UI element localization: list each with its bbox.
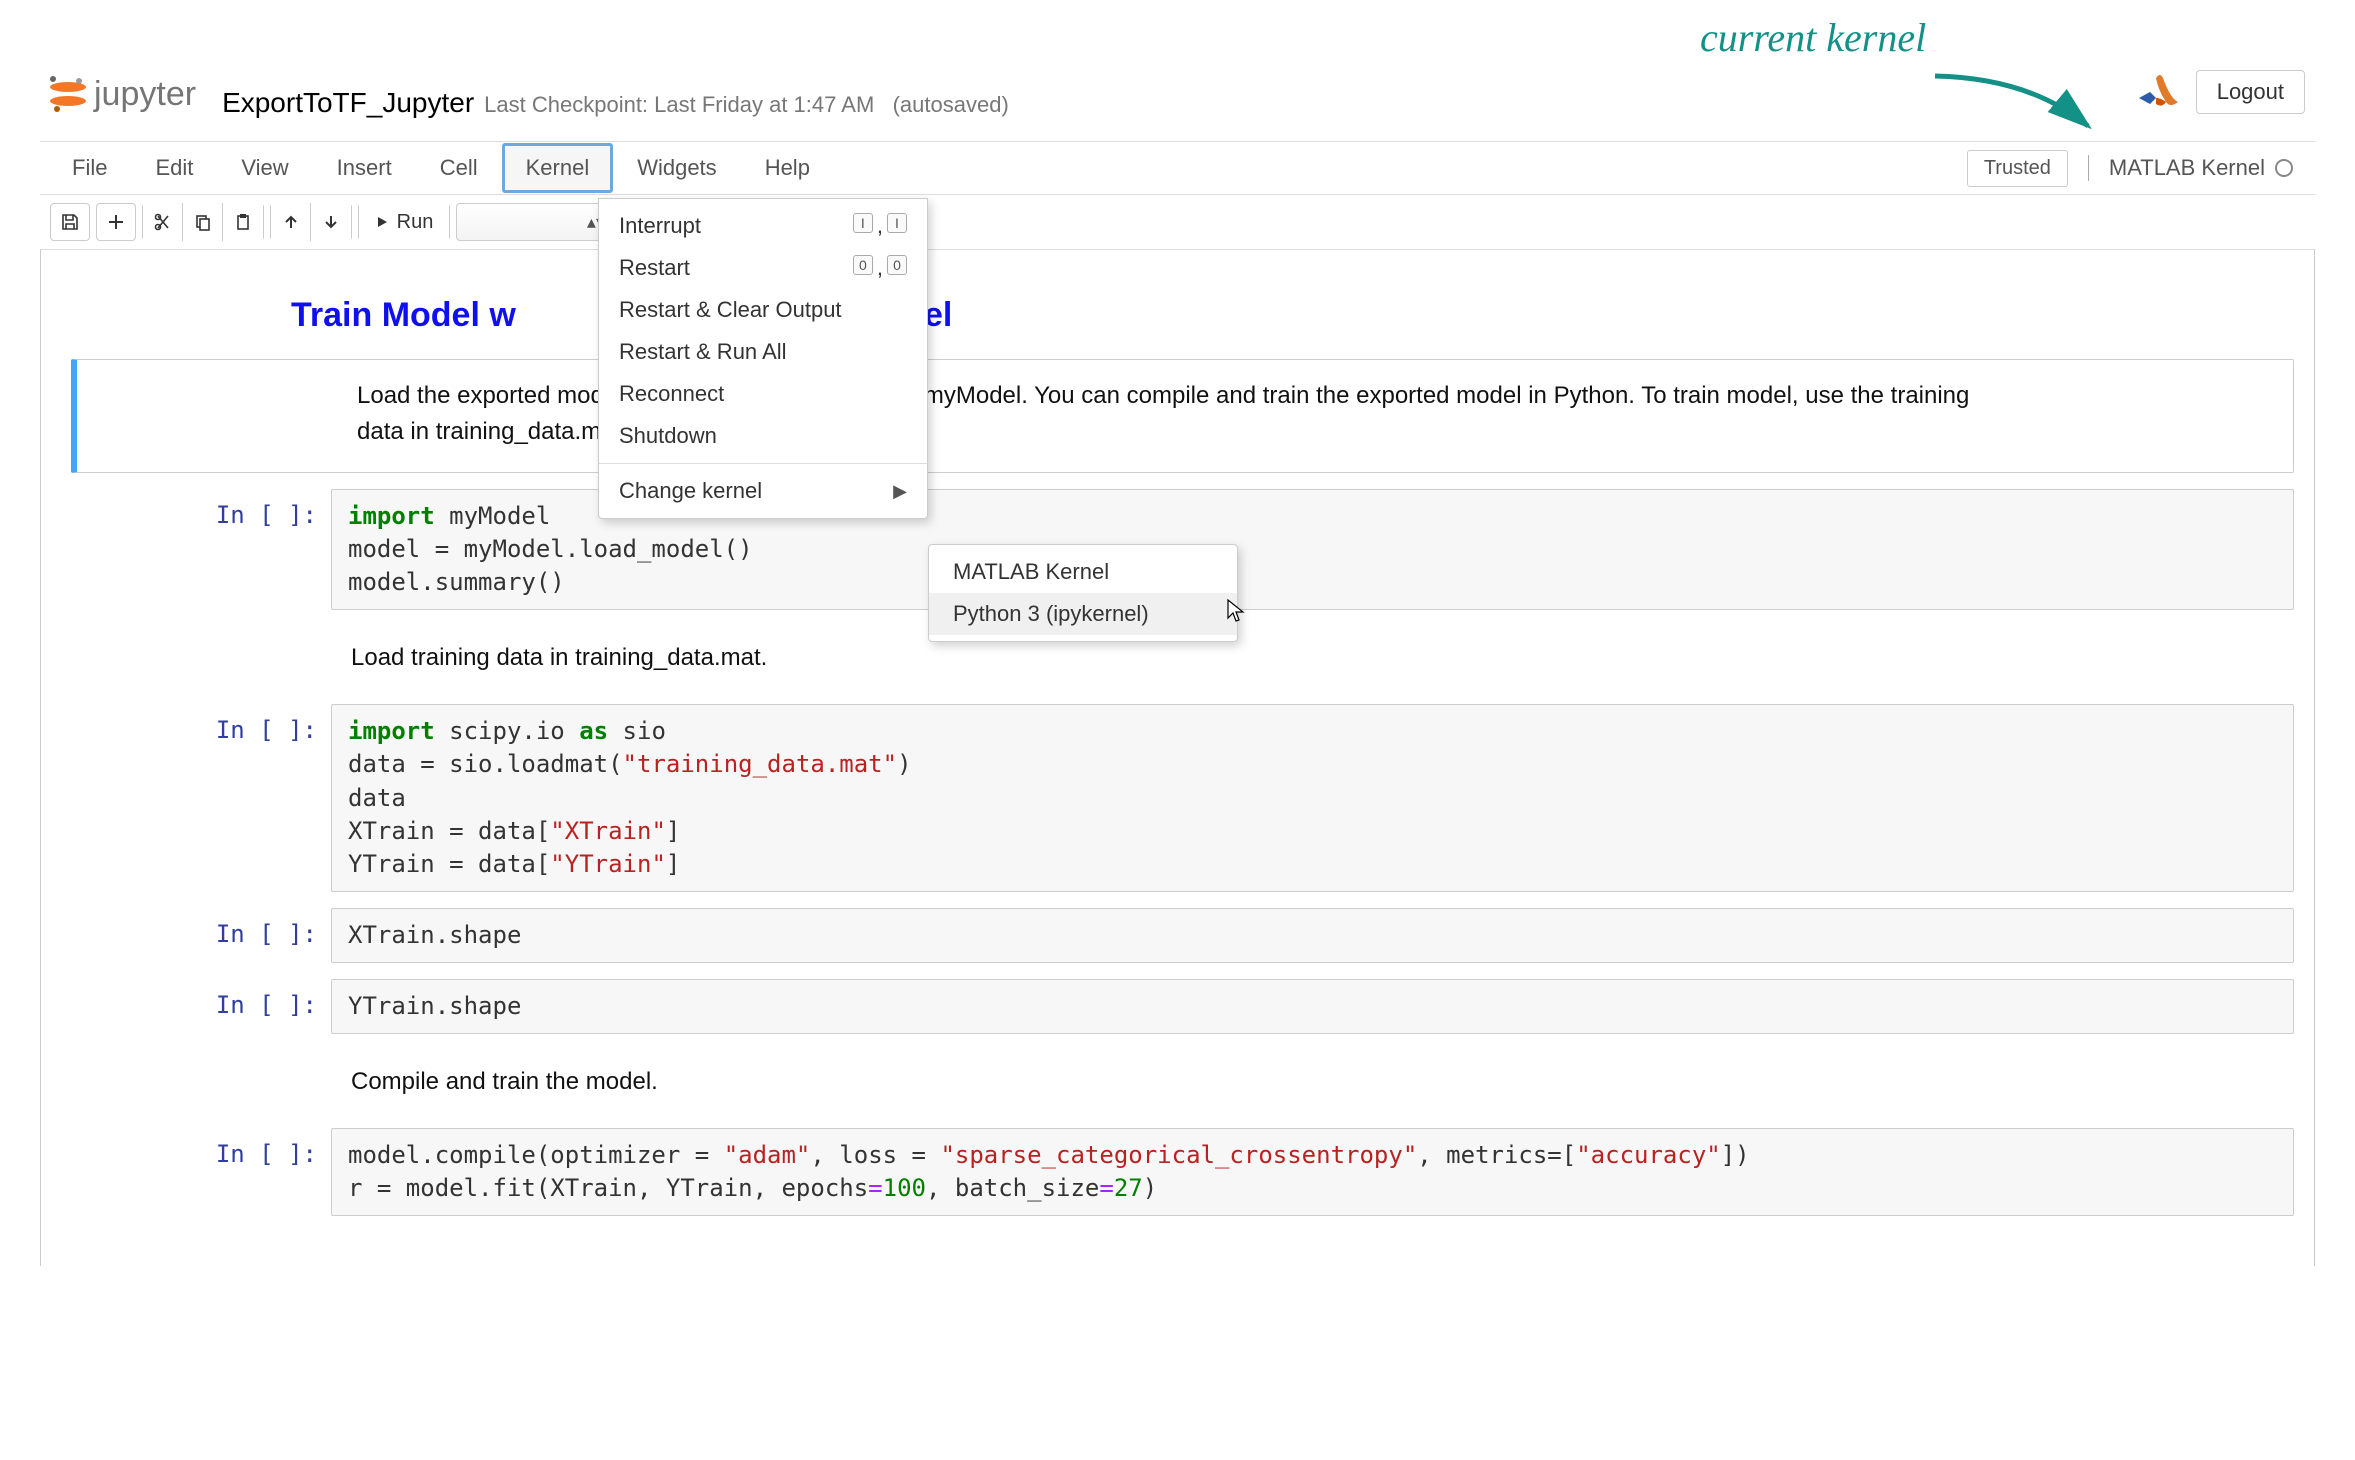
add-cell-button[interactable]	[96, 203, 136, 241]
checkpoint-label: Last Checkpoint: Last Friday at 1:47 AM …	[484, 92, 1009, 118]
markdown-cell-1[interactable]: Load the exported modxxxxxxxxxxxxxxxxxxx…	[71, 359, 2294, 473]
kernel-menu-restart-run-all[interactable]: Restart & Run All	[599, 331, 927, 373]
change-kernel-submenu: MATLAB Kernel Python 3 (ipykernel)	[928, 544, 1238, 642]
code-input-4[interactable]: YTrain.shape	[331, 979, 2294, 1034]
menu-help[interactable]: Help	[741, 143, 834, 193]
markdown-heading: Train Model wXXXXXXXXXXXXXXXXXXel	[291, 296, 2294, 335]
cell-prompt: In [ ]:	[61, 704, 331, 892]
code-cell-3[interactable]: In [ ]: XTrain.shape	[61, 908, 2294, 963]
kernel-option-python3[interactable]: Python 3 (ipykernel)	[929, 593, 1237, 635]
kernel-status-icon	[2275, 159, 2293, 177]
shortcut-interrupt: I,I	[853, 213, 907, 239]
cell-type-select[interactable]: ▴▾	[456, 203, 616, 241]
code-input-3[interactable]: XTrain.shape	[331, 908, 2294, 963]
arrow-down-icon	[323, 214, 339, 230]
markdown-cell-3[interactable]: Compile and train the model.	[351, 1044, 2294, 1112]
code-input-5[interactable]: model.compile(optimizer = "adam", loss =…	[331, 1128, 2294, 1216]
paste-button[interactable]	[223, 203, 263, 241]
kernel-indicator-label: MATLAB Kernel	[2109, 155, 2265, 181]
code-input-2[interactable]: import scipy.io as sio data = sio.loadma…	[331, 704, 2294, 892]
cut-button[interactable]	[143, 203, 183, 241]
menu-kernel[interactable]: Kernel	[502, 143, 614, 193]
kernel-menu-interrupt[interactable]: Interrupt I,I	[599, 205, 927, 247]
menu-file[interactable]: File	[48, 143, 131, 193]
chevron-right-icon: ▶	[893, 481, 907, 502]
jupyter-logo[interactable]: jupyter	[50, 75, 196, 114]
logout-button[interactable]: Logout	[2196, 70, 2305, 114]
code-cell-2[interactable]: In [ ]: import scipy.io as sio data = si…	[61, 704, 2294, 892]
paste-icon	[234, 213, 252, 231]
kernel-menu-restart[interactable]: Restart 0,0	[599, 247, 927, 289]
play-icon	[375, 215, 389, 229]
kernel-indicator[interactable]: MATLAB Kernel	[2088, 155, 2293, 181]
jupyter-wordmark: jupyter	[94, 75, 196, 114]
kernel-menu-change-kernel[interactable]: Change kernel ▶	[599, 470, 927, 512]
kernel-option-matlab[interactable]: MATLAB Kernel	[929, 551, 1237, 593]
markdown-cell-2[interactable]: Load training data in training_data.mat.	[351, 620, 2294, 688]
kernel-menu-reconnect[interactable]: Reconnect	[599, 373, 927, 415]
cell-prompt: In [ ]:	[61, 979, 331, 1034]
arrow-up-icon	[283, 214, 299, 230]
copy-icon	[194, 213, 212, 231]
kernel-menu-shutdown[interactable]: Shutdown	[599, 415, 927, 457]
kernel-menu-restart-clear[interactable]: Restart & Clear Output	[599, 289, 927, 331]
menubar: File Edit View Insert Cell Kernel Widget…	[40, 141, 2315, 195]
code-cell-5[interactable]: In [ ]: model.compile(optimizer = "adam"…	[61, 1128, 2294, 1216]
matlab-kernel-icon	[2136, 72, 2180, 112]
run-button-label: Run	[397, 211, 434, 234]
move-up-button[interactable]	[271, 203, 311, 241]
cell-prompt: In [ ]:	[61, 489, 331, 610]
jupyter-icon	[50, 76, 86, 112]
menu-separator	[599, 463, 927, 464]
scissors-icon	[154, 213, 172, 231]
menu-edit[interactable]: Edit	[131, 143, 217, 193]
cursor-icon	[1224, 598, 1248, 632]
plus-icon	[107, 213, 125, 231]
menu-widgets[interactable]: Widgets	[613, 143, 740, 193]
run-button[interactable]: Run	[359, 203, 449, 241]
menu-view[interactable]: View	[217, 143, 312, 193]
save-icon	[61, 213, 79, 231]
toolbar: Run ▴▾	[40, 195, 2315, 250]
cell-prompt: In [ ]:	[61, 1128, 331, 1216]
copy-button[interactable]	[183, 203, 223, 241]
code-cell-4[interactable]: In [ ]: YTrain.shape	[61, 979, 2294, 1034]
cell-prompt: In [ ]:	[61, 908, 331, 963]
shortcut-restart: 0,0	[853, 255, 907, 281]
move-down-button[interactable]	[311, 203, 351, 241]
save-button[interactable]	[50, 203, 90, 241]
menu-insert[interactable]: Insert	[313, 143, 416, 193]
trusted-badge[interactable]: Trusted	[1967, 150, 2068, 187]
notebook-body: Train Model wXXXXXXXXXXXXXXXXXXel Load t…	[40, 250, 2315, 1266]
kernel-menu-dropdown: Interrupt I,I Restart 0,0 Restart & Clea…	[598, 198, 928, 519]
annotation-arrow	[1930, 68, 2100, 138]
notebook-title[interactable]: ExportToTF_Jupyter	[222, 87, 474, 119]
menu-cell[interactable]: Cell	[416, 143, 502, 193]
